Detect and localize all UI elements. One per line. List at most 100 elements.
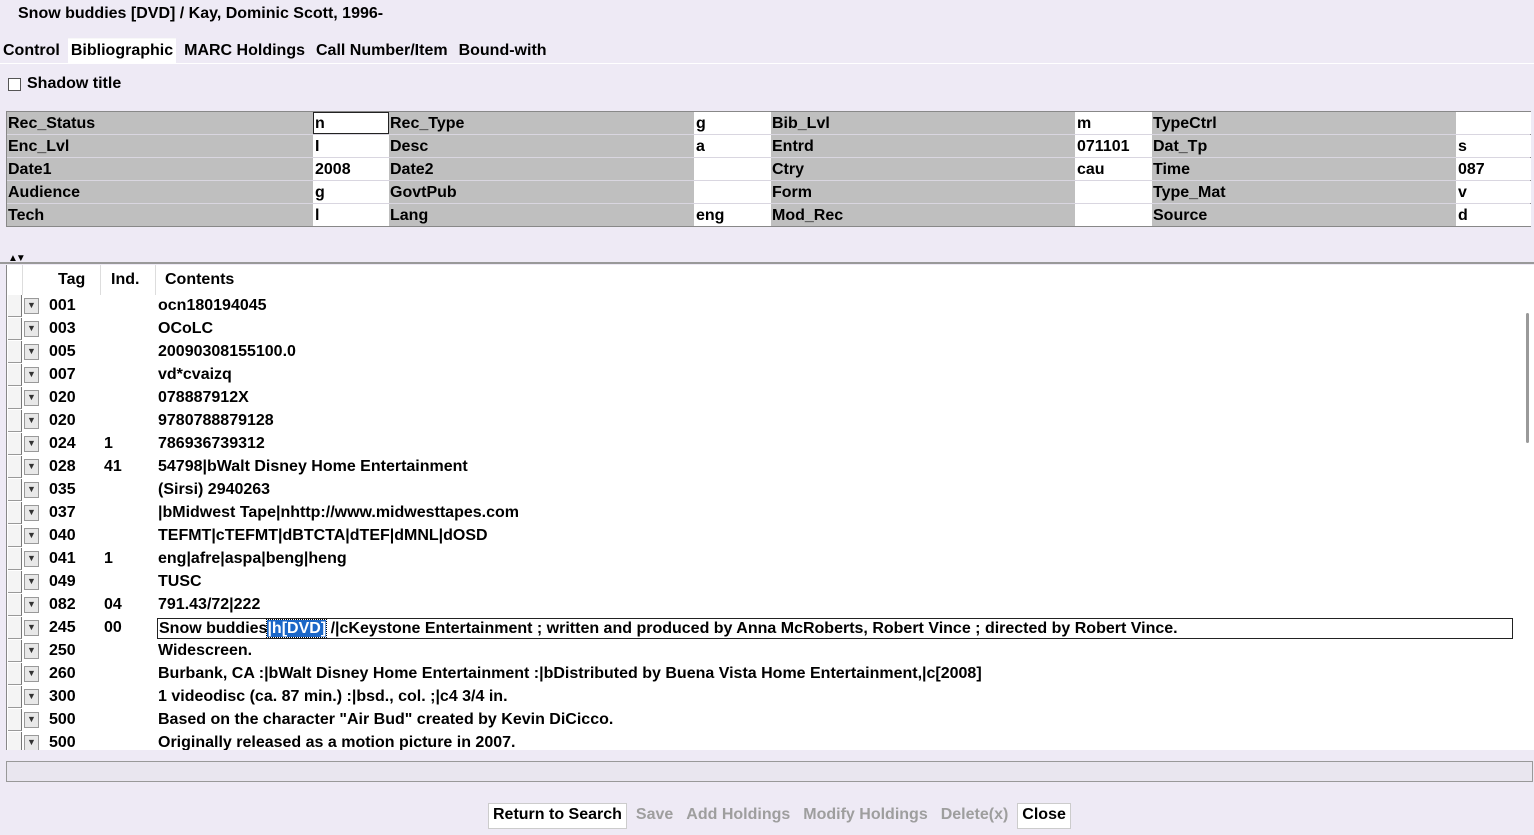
marc-field-row[interactable]: ▼ 049 TUSC — [7, 571, 1517, 594]
marc-contents[interactable]: 9780788879128 — [158, 412, 274, 430]
marc-contents[interactable]: 791.43/72|222 — [158, 596, 260, 614]
marc-contents[interactable]: Originally released as a motion picture … — [158, 734, 515, 750]
marc-tag[interactable]: 035 — [49, 481, 76, 499]
chevron-down-icon[interactable]: ▼ — [24, 666, 39, 682]
fixed-field-value-enc-lvl[interactable]: I — [313, 135, 389, 157]
save-button[interactable]: Save — [631, 803, 678, 827]
marc-tag[interactable]: 001 — [49, 297, 76, 315]
vertical-scrollbar[interactable] — [1521, 305, 1534, 750]
chevron-down-icon[interactable]: ▼ — [24, 298, 39, 314]
chevron-down-icon[interactable]: ▼ — [24, 436, 39, 452]
fixed-field-value-date1[interactable]: 2008 — [313, 158, 389, 180]
row-selector[interactable] — [8, 663, 22, 685]
marc-field-row[interactable]: ▼ 024 1 786936739312 — [7, 433, 1517, 456]
marc-tag[interactable]: 003 — [49, 320, 76, 338]
chevron-down-icon[interactable]: ▼ — [24, 367, 39, 383]
fixed-field-value-audience[interactable]: g — [313, 181, 389, 203]
delete-button[interactable]: Delete(x) — [936, 803, 1013, 827]
marc-field-row[interactable]: ▼ 082 04 791.43/72|222 — [7, 594, 1517, 617]
chevron-down-icon[interactable]: ▼ — [24, 528, 39, 544]
chevron-down-icon[interactable]: ▼ — [24, 643, 39, 659]
marc-tag[interactable]: 024 — [49, 435, 76, 453]
marc-indicators[interactable]: 04 — [104, 596, 122, 614]
marc-field-row[interactable]: ▼ 260 Burbank, CA :|bWalt Disney Home Ente… — [7, 663, 1517, 686]
column-header-ind[interactable]: Ind. — [111, 271, 139, 289]
chevron-down-icon[interactable]: ▼ — [24, 620, 39, 636]
fixed-field-value-entrd[interactable]: 071101 — [1075, 135, 1152, 157]
row-selector[interactable] — [8, 709, 22, 731]
marc-field-row[interactable]: ▼ 028 41 54798|bWalt Disney Home Entertainm… — [7, 456, 1517, 479]
tab-call-number-item[interactable]: Call Number/Item — [313, 38, 451, 63]
row-selector[interactable] — [8, 732, 22, 750]
row-selector[interactable] — [8, 617, 22, 639]
marc-field-row[interactable]: ▼ 300 1 videodisc (ca. 87 min.) :|bsd., co… — [7, 686, 1517, 709]
close-button[interactable]: Close — [1017, 803, 1071, 829]
marc-field-row[interactable]: ▼ 500 Originally released as a motion pict… — [7, 732, 1517, 750]
marc-indicators[interactable]: 1 — [104, 550, 113, 568]
marc-contents[interactable]: 54798|bWalt Disney Home Entertainment — [158, 458, 468, 476]
marc-field-row[interactable]: ▼ 020 9780788879128 — [7, 410, 1517, 433]
marc-field-row[interactable]: ▼ 020 078887912X — [7, 387, 1517, 410]
row-selector[interactable] — [8, 640, 22, 662]
chevron-down-icon[interactable]: ▼ — [24, 712, 39, 728]
column-header-contents[interactable]: Contents — [165, 271, 234, 289]
marc-field-row[interactable]: ▼ 001 ocn180194045 — [7, 295, 1517, 318]
marc-tag[interactable]: 037 — [49, 504, 76, 522]
row-selector[interactable] — [8, 686, 22, 708]
marc-contents[interactable]: 078887912X — [158, 389, 249, 407]
marc-contents[interactable]: |bMidwest Tape|nhttp://www.midwesttapes.… — [158, 504, 519, 522]
row-selector[interactable] — [8, 548, 22, 570]
row-selector[interactable] — [8, 502, 22, 524]
marc-tag[interactable]: 260 — [49, 665, 76, 683]
marc-field-row[interactable]: ▼ 245 00 Snow buddies|h[DVD] /|cKeystone En… — [7, 617, 1517, 640]
row-selector[interactable] — [8, 410, 22, 432]
marc-contents[interactable]: (Sirsi) 2940263 — [158, 481, 270, 499]
fixed-field-value-mod-rec[interactable] — [1075, 204, 1152, 226]
chevron-down-icon[interactable]: ▼ — [24, 459, 39, 475]
marc-field-row[interactable]: ▼ 007 vd*cvaizq — [7, 364, 1517, 387]
tab-marc-holdings[interactable]: MARC Holdings — [181, 38, 308, 63]
marc-contents[interactable]: OCoLC — [158, 320, 213, 338]
row-selector[interactable] — [8, 295, 22, 317]
marc-indicators[interactable]: 41 — [104, 458, 122, 476]
marc-tag[interactable]: 007 — [49, 366, 76, 384]
chevron-down-icon[interactable]: ▼ — [24, 344, 39, 360]
chevron-down-icon[interactable]: ▼ — [24, 689, 39, 705]
tab-bound-with[interactable]: Bound-with — [456, 38, 550, 63]
chevron-down-icon[interactable]: ▼ — [24, 574, 39, 590]
marc-tag[interactable]: 500 — [49, 711, 76, 729]
marc-indicators[interactable]: 1 — [104, 435, 113, 453]
shadow-title-option[interactable]: Shadow title — [8, 75, 121, 93]
marc-field-row[interactable]: ▼ 035 (Sirsi) 2940263 — [7, 479, 1517, 502]
chevron-down-icon[interactable]: ▼ — [24, 390, 39, 406]
marc-contents[interactable]: vd*cvaizq — [158, 366, 232, 384]
fixed-field-value-typectrl[interactable] — [1456, 112, 1531, 134]
fixed-field-value-bib-lvl[interactable]: m — [1075, 112, 1152, 134]
marc-tag[interactable]: 049 — [49, 573, 76, 591]
marc-tag[interactable]: 020 — [49, 412, 76, 430]
fixed-field-value-tech[interactable]: l — [313, 204, 389, 226]
fixed-field-value-lang[interactable]: eng — [694, 204, 771, 226]
fixed-field-value-time[interactable]: 087 — [1456, 158, 1531, 180]
marc-field-row[interactable]: ▼ 040 TEFMT|cTEFMT|dBTCTA|dTEF|dMNL|dOSD — [7, 525, 1517, 548]
row-selector[interactable] — [8, 364, 22, 386]
marc-contents-editor[interactable]: Snow buddies|h[DVD] /|cKeystone Entertai… — [157, 618, 1513, 639]
fixed-field-value-govtpub[interactable] — [694, 181, 771, 203]
add-holdings-button[interactable]: Add Holdings — [682, 803, 795, 827]
tab-bibliographic[interactable]: Bibliographic — [67, 38, 177, 64]
marc-tag[interactable]: 245 — [49, 619, 76, 637]
row-selector[interactable] — [8, 387, 22, 409]
chevron-down-icon[interactable]: ▼ — [24, 321, 39, 337]
fixed-field-value-rec-type[interactable]: g — [694, 112, 771, 134]
row-selector[interactable] — [8, 456, 22, 478]
fixed-field-value-date2[interactable] — [694, 158, 771, 180]
marc-contents[interactable]: 1 videodisc (ca. 87 min.) :|bsd., col. ;… — [158, 688, 508, 706]
modify-holdings-button[interactable]: Modify Holdings — [799, 803, 932, 827]
marc-indicators[interactable]: 00 — [104, 619, 122, 637]
chevron-down-icon[interactable]: ▼ — [24, 735, 39, 750]
column-header-tag[interactable]: Tag — [58, 271, 85, 289]
chevron-down-icon[interactable]: ▼ — [24, 551, 39, 567]
marc-contents[interactable]: 786936739312 — [158, 435, 265, 453]
row-selector[interactable] — [8, 525, 22, 547]
marc-field-row[interactable]: ▼ 500 Based on the character "Air Bud" cre… — [7, 709, 1517, 732]
